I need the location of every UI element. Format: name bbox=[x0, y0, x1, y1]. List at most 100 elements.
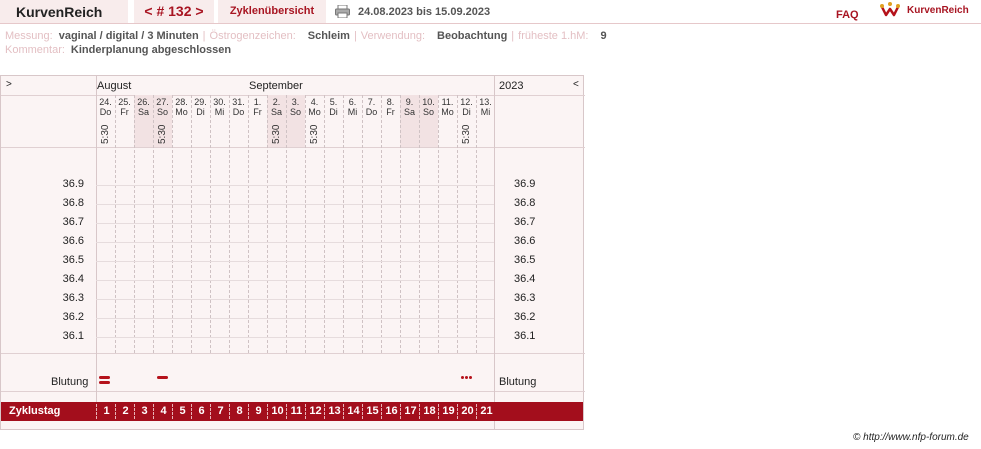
day-number: 1. bbox=[253, 97, 262, 107]
cycle-day-number: 14 bbox=[347, 405, 360, 417]
next-arrow[interactable]: > bbox=[6, 79, 12, 90]
day-rule bbox=[419, 95, 420, 353]
day-name: So bbox=[289, 107, 301, 117]
cycle-day-number: 5 bbox=[179, 405, 186, 417]
cycle-overview-button[interactable]: Zyklenübersicht bbox=[218, 0, 326, 23]
temp-tick-right: 36.9 bbox=[514, 178, 536, 190]
temp-gridline bbox=[96, 223, 494, 224]
day-rule bbox=[172, 95, 173, 353]
day-number: 7. bbox=[367, 97, 376, 107]
day-rule bbox=[134, 95, 135, 353]
measurement-time: 5:30 bbox=[461, 124, 472, 144]
temp-tick-left: 36.3 bbox=[62, 292, 84, 304]
day-name: Di bbox=[462, 107, 471, 117]
temp-gridline bbox=[96, 299, 494, 300]
temp-tick-right: 36.8 bbox=[514, 197, 536, 209]
bleeding-mark bbox=[157, 376, 168, 379]
cycle-day-number: 4 bbox=[160, 405, 167, 417]
day-rule bbox=[476, 95, 477, 353]
day-number: 11. bbox=[441, 97, 454, 107]
cycle-overview-label[interactable]: Zyklenübersicht bbox=[230, 5, 314, 17]
logo-text[interactable]: KurvenReich bbox=[907, 5, 969, 16]
cycle-day-number: 10 bbox=[271, 405, 284, 417]
day-name: So bbox=[422, 107, 434, 117]
day-name: Mi bbox=[214, 107, 225, 117]
temp-tick-right: 36.7 bbox=[514, 216, 536, 228]
prev-arrow[interactable]: < bbox=[573, 79, 579, 90]
temp-gridline bbox=[96, 185, 494, 186]
day-name: Sa bbox=[403, 107, 415, 117]
cycle-day-number: 20 bbox=[461, 405, 474, 417]
temp-gridline bbox=[96, 242, 494, 243]
bleeding-spotting-dot bbox=[469, 376, 472, 379]
measurement-time: 5:30 bbox=[157, 124, 168, 144]
printer-icon[interactable] bbox=[335, 5, 350, 18]
cycle-day-number: 7 bbox=[217, 405, 224, 417]
bleeding-heavy-mark bbox=[99, 376, 110, 379]
cycle-day-number: 12 bbox=[309, 405, 322, 417]
hm-value: 9 bbox=[600, 30, 607, 42]
measurement-time: 5:30 bbox=[309, 124, 320, 144]
cycle-day-number: 2 bbox=[122, 405, 129, 417]
day-number: 8. bbox=[386, 97, 395, 107]
cycle-day-number: 15 bbox=[366, 405, 379, 417]
day-number: 26. bbox=[137, 97, 150, 107]
day-rule bbox=[381, 95, 382, 353]
day-rule bbox=[191, 95, 192, 353]
day-number: 29. bbox=[194, 97, 207, 107]
day-number: 6. bbox=[348, 97, 357, 107]
brand-title: KurvenReich bbox=[16, 4, 103, 20]
day-rule bbox=[305, 95, 306, 353]
measurement-info: Messung: vaginal / digital / 3 Minuten | Ös… bbox=[5, 30, 607, 42]
verwendung-label: Verwendung: bbox=[360, 30, 426, 42]
temp-tick-right: 36.4 bbox=[514, 273, 536, 285]
day-name: Sa bbox=[270, 107, 282, 117]
separator: | bbox=[511, 30, 515, 42]
cycle-day-number: 3 bbox=[141, 405, 148, 417]
separator: | bbox=[202, 30, 206, 42]
temp-gridline bbox=[96, 337, 494, 338]
day-name: Mo bbox=[308, 107, 321, 117]
day-name: Do bbox=[232, 107, 245, 117]
day-name: Fr bbox=[253, 107, 262, 117]
kommentar-label: Kommentar: bbox=[5, 44, 65, 56]
cycle-day-number: 6 bbox=[198, 405, 205, 417]
header-bottom-divider bbox=[1, 147, 585, 148]
cycle-day-number: 9 bbox=[255, 405, 262, 417]
cycle-day-row: Zyklustag 1 2 3 4 5 6 7 8 9 10 11 12 13 14 15 16 17 18 19 2… bbox=[1, 402, 583, 421]
cycle-day-number: 17 bbox=[404, 405, 417, 417]
bleeding-label-right: Blutung bbox=[499, 376, 537, 388]
day-number: 4. bbox=[310, 97, 319, 107]
brand-box[interactable]: KurvenReich bbox=[0, 0, 128, 23]
temp-tick-left: 36.5 bbox=[62, 254, 84, 266]
day-number: 30. bbox=[213, 97, 226, 107]
day-rule bbox=[210, 95, 211, 353]
cycle-day-number: 21 bbox=[480, 405, 493, 417]
day-number: 24. bbox=[99, 97, 112, 107]
hm-label: früheste 1.hM: bbox=[518, 30, 589, 42]
cycle-day-label: Zyklustag bbox=[9, 405, 61, 417]
day-rule bbox=[229, 95, 230, 353]
crown-logo-icon[interactable] bbox=[880, 2, 900, 18]
day-rule bbox=[248, 95, 249, 353]
temp-gridline bbox=[96, 280, 494, 281]
cycle-nav-label[interactable]: < # 132 > bbox=[144, 3, 203, 19]
day-rule bbox=[286, 95, 287, 353]
messung-value: vaginal / digital / 3 Minuten bbox=[58, 30, 199, 42]
day-number: 13. bbox=[479, 97, 492, 107]
temp-tick-right: 36.2 bbox=[514, 311, 536, 323]
day-rule bbox=[343, 95, 344, 353]
day-number: 9. bbox=[405, 97, 414, 107]
temp-gridline bbox=[96, 261, 494, 262]
temp-tick-left: 36.7 bbox=[62, 216, 84, 228]
cycle-day-number: 16 bbox=[385, 405, 398, 417]
temp-gridline bbox=[96, 204, 494, 205]
cycle-nav[interactable]: < # 132 > bbox=[134, 0, 214, 23]
copyright[interactable]: © http://www.nfp-forum.de bbox=[853, 432, 969, 443]
day-name: Mo bbox=[441, 107, 454, 117]
left-column-divider bbox=[96, 76, 97, 402]
measurement-time: 5:30 bbox=[271, 124, 282, 144]
day-name: Do bbox=[99, 107, 112, 117]
faq-link[interactable]: FAQ bbox=[836, 9, 859, 21]
temp-bottom-divider bbox=[1, 353, 585, 354]
